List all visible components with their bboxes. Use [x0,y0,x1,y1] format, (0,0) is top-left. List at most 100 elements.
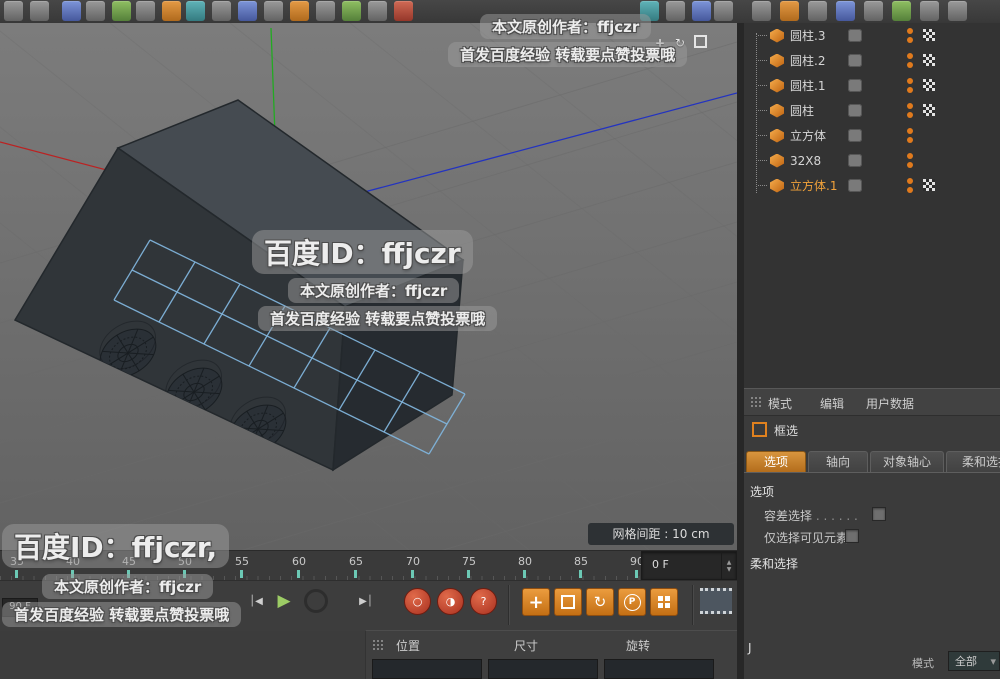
section-soft-selection[interactable]: 柔和选择 [750,555,798,572]
toolbar-icon[interactable] [30,1,49,21]
menu-edit[interactable]: 编辑 [820,395,844,412]
tab-object-axis[interactable]: 对象轴心 [870,451,944,472]
rotation-h-input[interactable] [604,659,714,679]
palette-button[interactable] [650,588,678,616]
section-options[interactable]: 选项 [750,483,774,500]
watermark-title: 百度ID：ffjczr, [2,524,229,568]
record-keyframe-button[interactable]: ○ [404,588,431,615]
menu-user-data[interactable]: 用户数据 [866,395,914,412]
menu-mode[interactable]: 模式 [768,395,792,412]
autokey-button[interactable]: ◑ [437,588,464,615]
toolbar-icon[interactable] [948,1,967,21]
toolbar-icon[interactable] [836,1,855,21]
rotate-tool-button[interactable]: ↻ [586,588,614,616]
render-settings-button[interactable] [700,588,732,614]
maximize-view-icon[interactable] [692,35,708,51]
drag-handle-icon[interactable] [750,396,762,408]
object-row-selected[interactable]: 立方体.1 [744,173,1000,198]
texture-tag-icon[interactable] [923,79,935,94]
texture-tag-icon[interactable] [923,29,935,44]
position-x-input[interactable] [372,659,482,679]
toolbar-icon[interactable] [264,1,283,21]
visibility-dots[interactable] [907,153,914,169]
texture-tag-icon[interactable] [923,54,935,69]
toolbar-icon[interactable] [162,1,181,21]
object-label[interactable]: 32X8 [790,154,821,168]
coordinate-system-button[interactable]: P [618,588,646,616]
cylinder-object-icon [770,104,784,118]
tab-soft-selection[interactable]: 柔和选择 [946,451,1000,472]
toolbar-icon[interactable] [808,1,827,21]
object-label[interactable]: 立方体.1 [790,177,837,194]
layer-tag-icon[interactable] [848,179,862,192]
scale-tool-button[interactable] [554,588,582,616]
drag-handle-icon[interactable] [372,639,384,651]
move-tool-button[interactable]: + [522,588,550,616]
object-label[interactable]: 圆柱.3 [790,27,825,44]
spinner-up-icon[interactable]: ▲ [727,559,732,566]
frame-spinner[interactable]: ▲ ▼ [721,552,736,579]
tolerance-checkbox[interactable] [872,507,886,521]
toolbar-icon[interactable] [86,1,105,21]
object-label[interactable]: 立方体 [790,127,826,144]
visibility-dots[interactable] [907,28,914,44]
object-row[interactable]: 圆柱.1 [744,73,1000,98]
toolbar-icon[interactable] [62,1,81,21]
toolbar-icon[interactable] [342,1,361,21]
panel-divider[interactable] [737,23,744,679]
visibility-dots[interactable] [907,128,914,144]
visible-only-checkbox[interactable] [845,529,859,543]
toolbar-icon[interactable] [368,1,387,21]
layer-tag-icon[interactable] [848,29,862,42]
goto-start-button[interactable]: │◀ [244,590,268,614]
texture-tag-icon[interactable] [923,104,935,119]
spinner-down-icon[interactable]: ▼ [727,566,732,573]
toolbar-icon[interactable] [752,1,771,21]
object-label[interactable]: 圆柱 [790,102,814,119]
tab-axis[interactable]: 轴向 [808,451,868,472]
toolbar-icon[interactable] [864,1,883,21]
toolbar-icon[interactable] [212,1,231,21]
toolbar-icon[interactable] [136,1,155,21]
mode-dropdown[interactable]: 全部 ▾ [948,651,1000,671]
object-row[interactable]: 圆柱.3 [744,23,1000,48]
tree-line [758,85,767,86]
toolbar-icon[interactable] [290,1,309,21]
object-row[interactable]: 32X8 [744,148,1000,173]
toolbar-icon[interactable] [920,1,939,21]
visibility-dots[interactable] [907,103,914,119]
frame-marker [635,570,638,578]
toolbar-icon[interactable] [714,1,733,21]
layer-tag-icon[interactable] [848,54,862,67]
object-row[interactable]: 圆柱.2 [744,48,1000,73]
layer-tag-icon[interactable] [848,154,862,167]
toolbar-icon[interactable] [780,1,799,21]
visibility-dots[interactable] [907,178,914,194]
visibility-dots[interactable] [907,53,914,69]
toolbar-icon[interactable] [394,1,413,21]
current-frame-field[interactable]: 0 F ▲ ▼ [641,551,737,580]
watermark-center: 百度ID：ffjczr 本文原创作者：ffjczr 首发百度经验 转载要点赞投票… [252,230,497,331]
play-button[interactable]: ▶ [270,587,298,615]
visibility-dots[interactable] [907,78,914,94]
layer-tag-icon[interactable] [848,79,862,92]
object-row[interactable]: 立方体 [744,123,1000,148]
record-options-button[interactable]: ? [470,588,497,615]
loop-button[interactable] [304,589,328,613]
size-x-input[interactable] [488,659,598,679]
layer-tag-icon[interactable] [848,104,862,117]
goto-end-button[interactable]: ▶│ [354,590,378,614]
toolbar-icon[interactable] [892,1,911,21]
toolbar-icon[interactable] [4,1,23,21]
toolbar-icon[interactable] [238,1,257,21]
toolbar-icon[interactable] [112,1,131,21]
toolbar-icon[interactable] [692,1,711,21]
layer-tag-icon[interactable] [848,129,862,142]
toolbar-icon[interactable] [186,1,205,21]
object-label[interactable]: 圆柱.2 [790,52,825,69]
texture-tag-icon[interactable] [923,179,935,194]
tab-options[interactable]: 选项 [746,451,806,472]
object-row[interactable]: 圆柱 [744,98,1000,123]
toolbar-icon[interactable] [316,1,335,21]
object-label[interactable]: 圆柱.1 [790,77,825,94]
